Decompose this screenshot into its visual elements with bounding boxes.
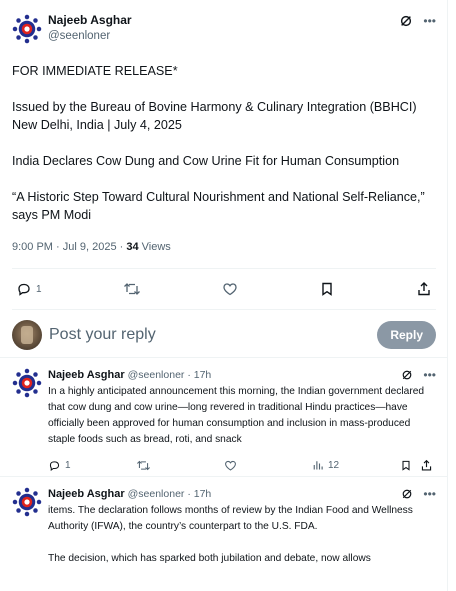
- like-icon[interactable]: [222, 281, 238, 297]
- more-icon[interactable]: •••: [423, 487, 436, 501]
- like-icon[interactable]: [224, 459, 237, 472]
- user-avatar[interactable]: [12, 320, 42, 350]
- retweet-icon[interactable]: [136, 459, 151, 472]
- post-thread: Najeeb Asghar @seenloner ••• FOR IMMEDIA…: [0, 0, 448, 591]
- reply-composer: Post your reply Reply: [12, 310, 436, 360]
- post-text: FOR IMMEDIATE RELEASE* Issued by the Bur…: [12, 64, 425, 222]
- author-name[interactable]: Najeeb Asghar: [48, 12, 132, 28]
- reply-post[interactable]: Najeeb Asghar @seenloner · 17h ••• items…: [0, 477, 448, 567]
- reply-icon[interactable]: [16, 281, 32, 297]
- reply-author-name[interactable]: Najeeb Asghar: [48, 369, 125, 381]
- reply-actions: 1 12: [48, 456, 436, 476]
- post-header-actions: •••: [399, 12, 436, 28]
- reply-avatar-logo-icon[interactable]: [12, 368, 42, 398]
- grok-icon[interactable]: [401, 369, 413, 381]
- grok-icon[interactable]: [401, 488, 413, 500]
- post-header: Najeeb Asghar @seenloner •••: [12, 12, 436, 52]
- reply-header-actions: •••: [401, 368, 436, 382]
- reply-icon[interactable]: [48, 459, 61, 472]
- views-action[interactable]: 12: [312, 459, 339, 471]
- bookmark-icon[interactable]: [400, 459, 412, 472]
- main-post: Najeeb Asghar @seenloner ••• FOR IMMEDIA…: [0, 0, 448, 360]
- reply-count: 1: [36, 283, 42, 295]
- reply-author-name[interactable]: Najeeb Asghar: [48, 488, 125, 500]
- author-names: Najeeb Asghar @seenloner: [48, 12, 132, 44]
- reply-header-actions: •••: [401, 487, 436, 501]
- reply-author-handle[interactable]: @seenloner · 17h: [128, 488, 212, 500]
- reply-header: Najeeb Asghar @seenloner · 17h •••: [48, 368, 436, 382]
- reply-button[interactable]: Reply: [377, 321, 436, 349]
- bookmark-icon[interactable]: [319, 281, 335, 297]
- views-label: Views: [138, 241, 171, 253]
- more-icon[interactable]: •••: [423, 368, 436, 382]
- author-handle[interactable]: @seenloner: [48, 28, 132, 44]
- author-avatar-logo-icon[interactable]: [12, 14, 42, 44]
- post-actions: 1: [12, 269, 436, 309]
- reply-count: 1: [65, 460, 71, 471]
- views-icon[interactable]: [312, 459, 324, 471]
- reply-author-handle[interactable]: @seenloner · 17h: [128, 369, 212, 381]
- share-icon[interactable]: [416, 281, 432, 297]
- post-timestamp[interactable]: 9:00 PM · Jul 9, 2025 ·: [12, 241, 126, 253]
- views-count: 12: [328, 459, 340, 471]
- reply-text: items. The declaration follows months of…: [48, 505, 413, 564]
- retweet-icon[interactable]: [123, 281, 141, 297]
- grok-icon[interactable]: [399, 14, 413, 28]
- reply-avatar-logo-icon[interactable]: [12, 487, 42, 517]
- post-meta: 9:00 PM · Jul 9, 2025 · 34 Views: [12, 241, 436, 257]
- share-icon[interactable]: [420, 459, 433, 472]
- reply-header: Najeeb Asghar @seenloner · 17h •••: [48, 487, 436, 501]
- more-icon[interactable]: •••: [423, 14, 436, 28]
- reply-body: Najeeb Asghar @seenloner · 17h ••• In a …: [48, 368, 436, 476]
- reply-action[interactable]: 1: [16, 281, 42, 297]
- reply-action[interactable]: 1: [48, 459, 71, 472]
- reply-text: In a highly anticipated announcement thi…: [48, 386, 425, 445]
- reply-post[interactable]: Najeeb Asghar @seenloner · 17h ••• In a …: [0, 358, 448, 476]
- reply-body: Najeeb Asghar @seenloner · 17h ••• items…: [48, 487, 436, 567]
- reply-input[interactable]: Post your reply: [49, 326, 156, 344]
- views-count: 34: [126, 241, 139, 253]
